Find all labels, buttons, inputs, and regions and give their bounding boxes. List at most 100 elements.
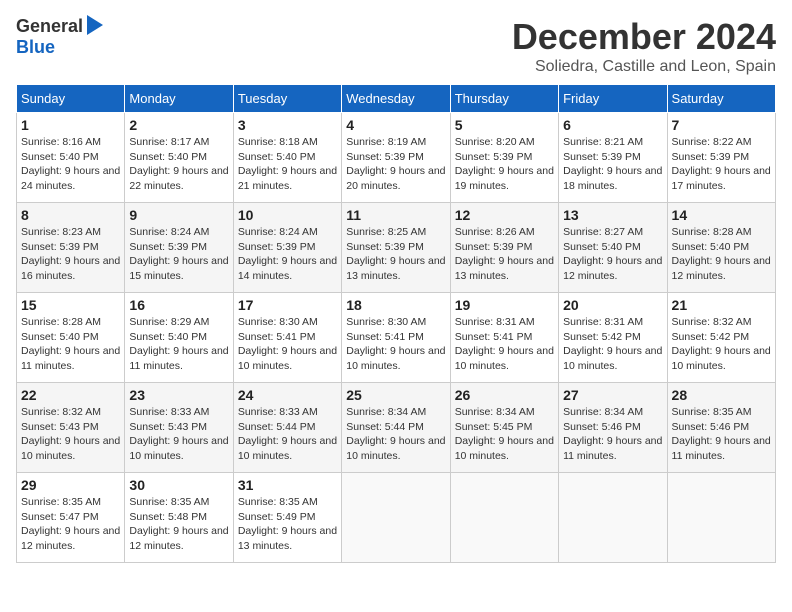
day-number: 8 xyxy=(21,207,120,223)
month-title: December 2024 xyxy=(512,16,776,58)
day-info: Sunrise: 8:35 AMSunset: 5:48 PMDaylight:… xyxy=(129,495,228,554)
calendar-cell: 10 Sunrise: 8:24 AMSunset: 5:39 PMDayligh… xyxy=(233,203,341,293)
calendar-cell: 31Sunrise: 8:35 AMSunset: 5:49 PMDayligh… xyxy=(233,473,341,563)
calendar-cell: 20 Sunrise: 8:31 AMSunset: 5:42 PMDayligh… xyxy=(559,293,667,383)
calendar-cell xyxy=(559,473,667,563)
day-info: Sunrise: 8:22 AMSunset: 5:39 PMDaylight:… xyxy=(672,135,771,194)
day-number: 16 xyxy=(129,297,228,313)
day-info: Sunrise: 8:25 AMSunset: 5:39 PMDaylight:… xyxy=(346,225,445,284)
calendar-cell: 5Sunrise: 8:20 AMSunset: 5:39 PMDaylight… xyxy=(450,113,558,203)
day-number: 25 xyxy=(346,387,445,403)
day-info: Sunrise: 8:33 AMSunset: 5:43 PMDaylight:… xyxy=(129,405,228,464)
calendar-table: SundayMondayTuesdayWednesdayThursdayFrid… xyxy=(16,84,776,563)
day-number: 21 xyxy=(672,297,771,313)
calendar-cell: 16 Sunrise: 8:29 AMSunset: 5:40 PMDayligh… xyxy=(125,293,233,383)
calendar-cell: 22 Sunrise: 8:32 AMSunset: 5:43 PMDayligh… xyxy=(17,383,125,473)
day-number: 28 xyxy=(672,387,771,403)
day-number: 26 xyxy=(455,387,554,403)
day-info: Sunrise: 8:24 AMSunset: 5:39 PMDaylight:… xyxy=(238,225,337,284)
day-info: Sunrise: 8:18 AMSunset: 5:40 PMDaylight:… xyxy=(238,135,337,194)
calendar-cell: 9 Sunrise: 8:24 AMSunset: 5:39 PMDaylight… xyxy=(125,203,233,293)
calendar-cell: 15Sunrise: 8:28 AMSunset: 5:40 PMDayligh… xyxy=(17,293,125,383)
calendar-cell: 24 Sunrise: 8:33 AMSunset: 5:44 PMDayligh… xyxy=(233,383,341,473)
day-info: Sunrise: 8:35 AMSunset: 5:46 PMDaylight:… xyxy=(672,405,771,464)
day-number: 2 xyxy=(129,117,228,133)
day-info: Sunrise: 8:16 AMSunset: 5:40 PMDaylight:… xyxy=(21,135,120,194)
day-info: Sunrise: 8:23 AMSunset: 5:39 PMDaylight:… xyxy=(21,225,120,284)
day-number: 13 xyxy=(563,207,662,223)
calendar-cell: 11 Sunrise: 8:25 AMSunset: 5:39 PMDayligh… xyxy=(342,203,450,293)
calendar-cell: 13 Sunrise: 8:27 AMSunset: 5:40 PMDayligh… xyxy=(559,203,667,293)
day-info: Sunrise: 8:30 AMSunset: 5:41 PMDaylight:… xyxy=(238,315,337,374)
calendar-cell: 27 Sunrise: 8:34 AMSunset: 5:46 PMDayligh… xyxy=(559,383,667,473)
location-subtitle: Soliedra, Castille and Leon, Spain xyxy=(512,58,776,76)
day-info: Sunrise: 8:19 AMSunset: 5:39 PMDaylight:… xyxy=(346,135,445,194)
day-number: 20 xyxy=(563,297,662,313)
calendar-cell: 7 Sunrise: 8:22 AMSunset: 5:39 PMDaylight… xyxy=(667,113,775,203)
day-info: Sunrise: 8:28 AMSunset: 5:40 PMDaylight:… xyxy=(672,225,771,284)
day-number: 23 xyxy=(129,387,228,403)
day-number: 6 xyxy=(563,117,662,133)
calendar-cell: 25 Sunrise: 8:34 AMSunset: 5:44 PMDayligh… xyxy=(342,383,450,473)
day-info: Sunrise: 8:31 AMSunset: 5:42 PMDaylight:… xyxy=(563,315,662,374)
day-number: 24 xyxy=(238,387,337,403)
day-info: Sunrise: 8:30 AMSunset: 5:41 PMDaylight:… xyxy=(346,315,445,374)
calendar-cell: 17 Sunrise: 8:30 AMSunset: 5:41 PMDayligh… xyxy=(233,293,341,383)
calendar-cell: 18 Sunrise: 8:30 AMSunset: 5:41 PMDayligh… xyxy=(342,293,450,383)
day-info: Sunrise: 8:29 AMSunset: 5:40 PMDaylight:… xyxy=(129,315,228,374)
day-header-sunday: Sunday xyxy=(17,85,125,113)
day-info: Sunrise: 8:32 AMSunset: 5:43 PMDaylight:… xyxy=(21,405,120,464)
day-header-wednesday: Wednesday xyxy=(342,85,450,113)
day-number: 11 xyxy=(346,207,445,223)
day-info: Sunrise: 8:32 AMSunset: 5:42 PMDaylight:… xyxy=(672,315,771,374)
calendar-cell: 12 Sunrise: 8:26 AMSunset: 5:39 PMDayligh… xyxy=(450,203,558,293)
day-number: 4 xyxy=(346,117,445,133)
calendar-week-row: 8 Sunrise: 8:23 AMSunset: 5:39 PMDaylight… xyxy=(17,203,776,293)
calendar-week-row: 1Sunrise: 8:16 AMSunset: 5:40 PMDaylight… xyxy=(17,113,776,203)
day-header-saturday: Saturday xyxy=(667,85,775,113)
day-info: Sunrise: 8:35 AMSunset: 5:47 PMDaylight:… xyxy=(21,495,120,554)
day-number: 10 xyxy=(238,207,337,223)
day-info: Sunrise: 8:27 AMSunset: 5:40 PMDaylight:… xyxy=(563,225,662,284)
day-number: 18 xyxy=(346,297,445,313)
day-number: 30 xyxy=(129,477,228,493)
header: General Blue December 2024 Soliedra, Cas… xyxy=(16,16,776,76)
day-number: 9 xyxy=(129,207,228,223)
day-number: 27 xyxy=(563,387,662,403)
day-header-thursday: Thursday xyxy=(450,85,558,113)
day-number: 7 xyxy=(672,117,771,133)
calendar-cell xyxy=(342,473,450,563)
calendar-week-row: 22 Sunrise: 8:32 AMSunset: 5:43 PMDayligh… xyxy=(17,383,776,473)
day-number: 15 xyxy=(21,297,120,313)
day-header-friday: Friday xyxy=(559,85,667,113)
day-header-monday: Monday xyxy=(125,85,233,113)
day-info: Sunrise: 8:26 AMSunset: 5:39 PMDaylight:… xyxy=(455,225,554,284)
logo-general-text: General xyxy=(16,16,83,37)
day-number: 14 xyxy=(672,207,771,223)
calendar-cell: 1Sunrise: 8:16 AMSunset: 5:40 PMDaylight… xyxy=(17,113,125,203)
day-info: Sunrise: 8:31 AMSunset: 5:41 PMDaylight:… xyxy=(455,315,554,374)
day-info: Sunrise: 8:34 AMSunset: 5:44 PMDaylight:… xyxy=(346,405,445,464)
calendar-cell xyxy=(450,473,558,563)
calendar-cell: 3 Sunrise: 8:18 AMSunset: 5:40 PMDaylight… xyxy=(233,113,341,203)
day-number: 22 xyxy=(21,387,120,403)
day-info: Sunrise: 8:24 AMSunset: 5:39 PMDaylight:… xyxy=(129,225,228,284)
calendar-cell: 14 Sunrise: 8:28 AMSunset: 5:40 PMDayligh… xyxy=(667,203,775,293)
day-info: Sunrise: 8:34 AMSunset: 5:46 PMDaylight:… xyxy=(563,405,662,464)
day-info: Sunrise: 8:20 AMSunset: 5:39 PMDaylight:… xyxy=(455,135,554,194)
calendar-cell: 21 Sunrise: 8:32 AMSunset: 5:42 PMDayligh… xyxy=(667,293,775,383)
calendar-cell: 2Sunrise: 8:17 AMSunset: 5:40 PMDaylight… xyxy=(125,113,233,203)
day-number: 17 xyxy=(238,297,337,313)
day-number: 3 xyxy=(238,117,337,133)
day-number: 12 xyxy=(455,207,554,223)
day-info: Sunrise: 8:21 AMSunset: 5:39 PMDaylight:… xyxy=(563,135,662,194)
day-info: Sunrise: 8:33 AMSunset: 5:44 PMDaylight:… xyxy=(238,405,337,464)
day-info: Sunrise: 8:34 AMSunset: 5:45 PMDaylight:… xyxy=(455,405,554,464)
calendar-cell xyxy=(667,473,775,563)
day-header-tuesday: Tuesday xyxy=(233,85,341,113)
calendar-cell: 23 Sunrise: 8:33 AMSunset: 5:43 PMDayligh… xyxy=(125,383,233,473)
day-info: Sunrise: 8:35 AMSunset: 5:49 PMDaylight:… xyxy=(238,495,337,554)
day-number: 19 xyxy=(455,297,554,313)
calendar-cell: 8 Sunrise: 8:23 AMSunset: 5:39 PMDaylight… xyxy=(17,203,125,293)
calendar-week-row: 15Sunrise: 8:28 AMSunset: 5:40 PMDayligh… xyxy=(17,293,776,383)
